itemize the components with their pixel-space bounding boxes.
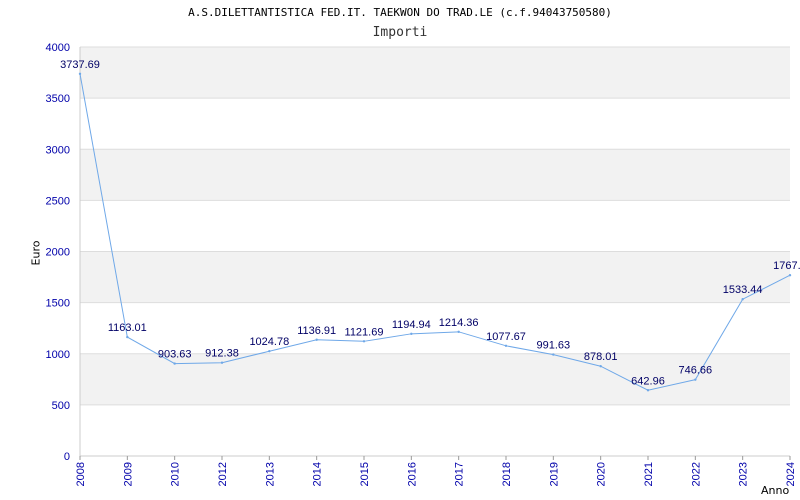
- data-point: [741, 298, 744, 301]
- data-point: [362, 340, 366, 343]
- y-tick-label: 0: [64, 451, 70, 463]
- data-label: 903.63: [158, 349, 192, 361]
- x-tick-label: 2013: [264, 462, 276, 486]
- data-point: [315, 338, 318, 341]
- data-label: 3737.69: [60, 59, 100, 71]
- data-point: [694, 378, 697, 381]
- x-tick-label: 2008: [75, 462, 87, 486]
- y-tick-label: 3000: [46, 144, 70, 156]
- data-label: 1121.69: [345, 326, 384, 338]
- data-point: [788, 274, 792, 277]
- data-point: [173, 362, 176, 365]
- x-tick-label: 2010: [170, 462, 182, 486]
- grid-band: [80, 251, 790, 303]
- data-point: [599, 365, 602, 368]
- x-tick-label: 2015: [359, 462, 371, 486]
- data-point: [220, 361, 224, 364]
- y-axis-label: Euro: [29, 240, 43, 266]
- data-label: 912.38: [205, 348, 239, 360]
- x-tick-label: 2018: [501, 462, 513, 486]
- data-label: 746.66: [679, 365, 713, 377]
- data-point: [646, 389, 650, 392]
- y-tick-label: 4000: [46, 42, 70, 54]
- x-tick-label: 2012: [217, 462, 229, 486]
- x-tick-label: 2020: [596, 462, 608, 486]
- data-label: 642.96: [631, 375, 665, 387]
- data-label: 1214.36: [439, 317, 479, 329]
- y-tick-label: 1500: [46, 298, 70, 310]
- data-point: [457, 330, 460, 334]
- x-tick-label: 2021: [643, 462, 655, 486]
- y-tick-label: 2000: [46, 247, 70, 259]
- data-point: [504, 344, 508, 348]
- chart: A.S.DILETTANTISTICA FED.IT. TAEKWON DO T…: [0, 0, 800, 500]
- data-label: 1024.78: [249, 336, 289, 348]
- x-tick-label: 2009: [122, 462, 134, 486]
- y-tick-label: 2500: [46, 195, 70, 207]
- data-point: [552, 353, 555, 356]
- x-axis-label: Anno: [761, 484, 790, 497]
- data-label: 878.01: [584, 351, 618, 363]
- x-tick-label: 2017: [454, 462, 466, 486]
- data-point: [126, 335, 129, 339]
- grid-band: [80, 47, 790, 99]
- x-tick-label: 2022: [690, 462, 702, 486]
- x-tick-label: 2019: [548, 462, 560, 486]
- plot-area: 0 500 1000 1500 2000 2500 3000 3500 4000 2008 2009…: [46, 42, 800, 486]
- x-tick-label: 2014: [312, 462, 324, 486]
- data-point: [78, 72, 82, 76]
- data-label: 1136.91: [297, 325, 336, 337]
- data-label: 1077.67: [486, 331, 526, 343]
- x-tick-label: 2016: [406, 462, 418, 486]
- series-line: [79, 73, 791, 391]
- y-tick-label: 500: [52, 400, 70, 412]
- x-tick-label: 2023: [738, 462, 750, 486]
- x-tick-label: 2024: [785, 462, 797, 486]
- data-label: 1767.9: [773, 260, 800, 272]
- grid-band: [80, 353, 790, 405]
- data-label: 1533.44: [723, 284, 763, 296]
- data-point: [410, 332, 413, 336]
- data-label: 1163.01: [108, 322, 147, 334]
- y-tick-label: 1000: [46, 349, 70, 361]
- data-point: [268, 350, 271, 353]
- data-label: 991.63: [537, 340, 571, 352]
- y-tick-label: 3500: [46, 93, 70, 105]
- grid-band: [80, 149, 790, 201]
- data-label: 1194.94: [392, 319, 431, 331]
